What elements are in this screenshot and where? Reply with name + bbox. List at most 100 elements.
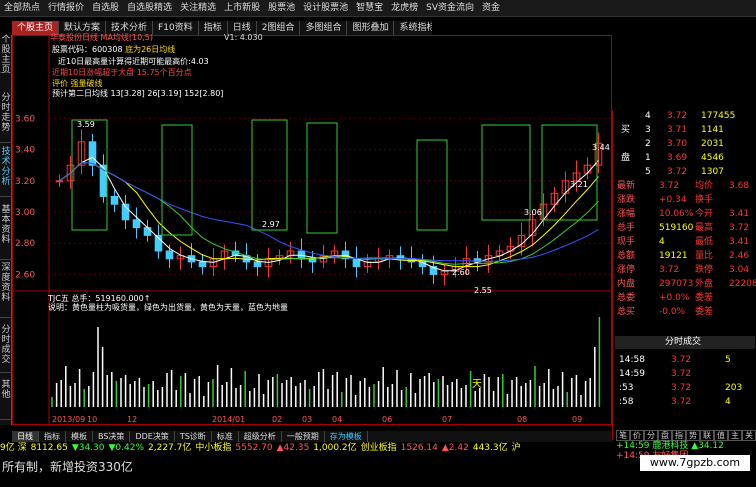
quote-value: +0.0% [659, 293, 690, 303]
ticker-item: 443.3亿 [472, 443, 508, 453]
price-annotation: 3.06 [524, 208, 542, 217]
bottom-tab[interactable]: 一般预期 [282, 431, 325, 442]
ma-note: 底为26日均线 [125, 45, 176, 54]
quote-row: 总委 +0.0% 委差 [615, 292, 755, 305]
quote-value: 3.04 [729, 265, 750, 275]
x-tick-label: 12 [127, 415, 137, 424]
quote-label: 总额 [617, 251, 636, 261]
book-side: 买 [615, 124, 755, 137]
bottom-tab[interactable]: 标准 [212, 431, 239, 442]
ticks-title: 分时成交 [615, 336, 755, 349]
ticker-item: 沪 [511, 443, 521, 453]
menu-item[interactable]: 设计股票池 [299, 0, 352, 16]
evaluation: 评价 强量破线 [52, 79, 103, 88]
menu-item[interactable]: 上市新股 [220, 0, 264, 16]
x-tick-label: 2014/01 [212, 415, 245, 424]
quote-tab[interactable]: 笔 [616, 430, 630, 441]
quote-row: 内盘 297073外盘 222087 [615, 278, 756, 291]
side-tab[interactable]: 分时成交 [0, 325, 12, 373]
toolbar-button[interactable]: 多图组合 [300, 21, 348, 35]
quote-tab[interactable]: 盘 [658, 430, 672, 441]
quote-tab[interactable]: 联 [700, 430, 714, 441]
book-side-label: 盘 [621, 153, 631, 163]
menu-item[interactable]: 资金 [478, 0, 504, 16]
side-tab[interactable]: 个股主页 [0, 35, 12, 75]
candle-body [198, 261, 207, 268]
signal-box [481, 124, 531, 221]
ticks-title-text: 分时成交 [665, 337, 702, 347]
x-tick-label: 09 [572, 415, 582, 424]
bottom-tab[interactable]: 日线 [12, 431, 39, 442]
ticker-item: 9亿 深 [0, 443, 27, 453]
ticker-item: ▼0.42% [108, 443, 145, 453]
candle-body [143, 227, 152, 236]
menu-item[interactable]: 股票池 [264, 0, 299, 16]
toolbar-button[interactable]: 图形叠加 [347, 21, 395, 35]
quote-tab[interactable]: 关 [742, 430, 756, 441]
menu-item[interactable]: 自选股 [88, 0, 123, 16]
bottom-tab[interactable]: 指标 [39, 431, 66, 442]
side-tab[interactable]: 其他 [0, 380, 12, 420]
side-tab[interactable]: 分时走势 [0, 93, 12, 143]
quote-value: 19121 [659, 251, 688, 261]
menu-item[interactable]: SV资金流向 [422, 0, 478, 16]
ask-level: 4 [645, 111, 651, 121]
bottom-tab[interactable]: BS决策 [93, 431, 131, 442]
order-book-row: 2 3.70 2031 [615, 138, 755, 151]
menu-item[interactable]: 自选股精选 [123, 0, 176, 16]
quote-tab[interactable]: 主 [728, 430, 742, 441]
bottom-tab[interactable]: 超级分析 [239, 431, 282, 442]
quote-value: 10.06% [659, 209, 694, 219]
side-tab[interactable]: 技术分析 [0, 147, 12, 197]
x-tick-label: 08 [517, 415, 527, 424]
side-tab[interactable]: 基本资料 [0, 205, 12, 260]
chart-title: 华泰股份日线 MA均线(10,5) [50, 33, 153, 42]
kline-chart[interactable]: 3.60 3.40 3.20 3.00 2.80 2.60 3.59 2.97 3.06 3.21… [12, 33, 612, 425]
toolbar-button[interactable]: 2图组合 [256, 21, 301, 35]
quote-label: 涨幅 [617, 209, 636, 219]
bottom-tab[interactable]: TS诊断 [175, 431, 212, 442]
quote-value: +0.34 [659, 195, 687, 205]
quote-label: 外盘 [695, 279, 714, 289]
menu-bar: 全部热点 行情报价 自选股 自选股精选 关注精选 上市新股 股票池 设计股票池 智慧宝 龙虎榜 SV… [0, 0, 756, 17]
ask-price: 3.70 [667, 139, 688, 149]
tick-row: 14:59 3.72 [615, 368, 755, 381]
side-tab[interactable]: 深度资料 [0, 263, 12, 318]
menu-item[interactable]: 关注精选 [176, 0, 220, 16]
menu-item[interactable]: 龙虎榜 [387, 0, 422, 16]
signal-box [251, 119, 288, 231]
quote-label: 总手 [617, 223, 636, 233]
signal-box [306, 122, 338, 234]
ticker-item: ▼34.30 [71, 443, 105, 453]
quote-tab[interactable]: 指 [672, 430, 686, 441]
predict-ma: 预计第二日均线 13[3.28] 26[3.19] 152[2.80] [52, 89, 224, 98]
toolbar-button[interactable]: F10资料 [153, 21, 199, 35]
quote-tab[interactable]: 分 [644, 430, 658, 441]
toolbar-button[interactable]: 系统指标 [394, 21, 432, 35]
quote-label: 今开 [695, 209, 714, 219]
ask-volume: 1307 [701, 167, 724, 177]
quote-tab[interactable]: 值 [714, 430, 728, 441]
menu-item[interactable]: 全部热点 [0, 0, 44, 16]
menu-item[interactable]: 智慧宝 [352, 0, 387, 16]
watermark: www.7gpzb.com [640, 455, 750, 471]
ma-line-green [59, 162, 599, 265]
ask-price: 3.72 [667, 167, 688, 177]
side-tabs: 个股主页分时走势技术分析基本资料深度资料分时成交其他 [0, 35, 12, 425]
quote-label: 量比 [695, 251, 714, 261]
quote-tab[interactable]: 势 [686, 430, 700, 441]
x-tick-label: 06 [382, 415, 392, 424]
bottom-tab[interactable]: 模板 [66, 431, 93, 442]
volume-description: 说明：黄色量柱为吸货量，绿色为出货量，黄色为天量，蓝色为地量 [48, 303, 288, 312]
candle-body [165, 250, 174, 260]
tick-volume: 5 [725, 355, 731, 365]
bottom-tab[interactable]: DDE决策 [130, 431, 175, 442]
ticker-item: 8112.65 [30, 443, 68, 453]
bottom-tabs: 日线 指标 模板 BS决策 DDE决策 TS诊断 标准 超级分析 一般预期 存为模板 [12, 431, 612, 442]
price-annotation: 2.60 [452, 268, 470, 277]
menu-item[interactable]: 行情报价 [44, 0, 88, 16]
tian-marker: 天 [472, 379, 482, 390]
quote-tab[interactable]: 价 [630, 430, 644, 441]
bottom-tab[interactable]: 存为模板 [325, 431, 368, 442]
quote-value: 4 [659, 237, 665, 247]
